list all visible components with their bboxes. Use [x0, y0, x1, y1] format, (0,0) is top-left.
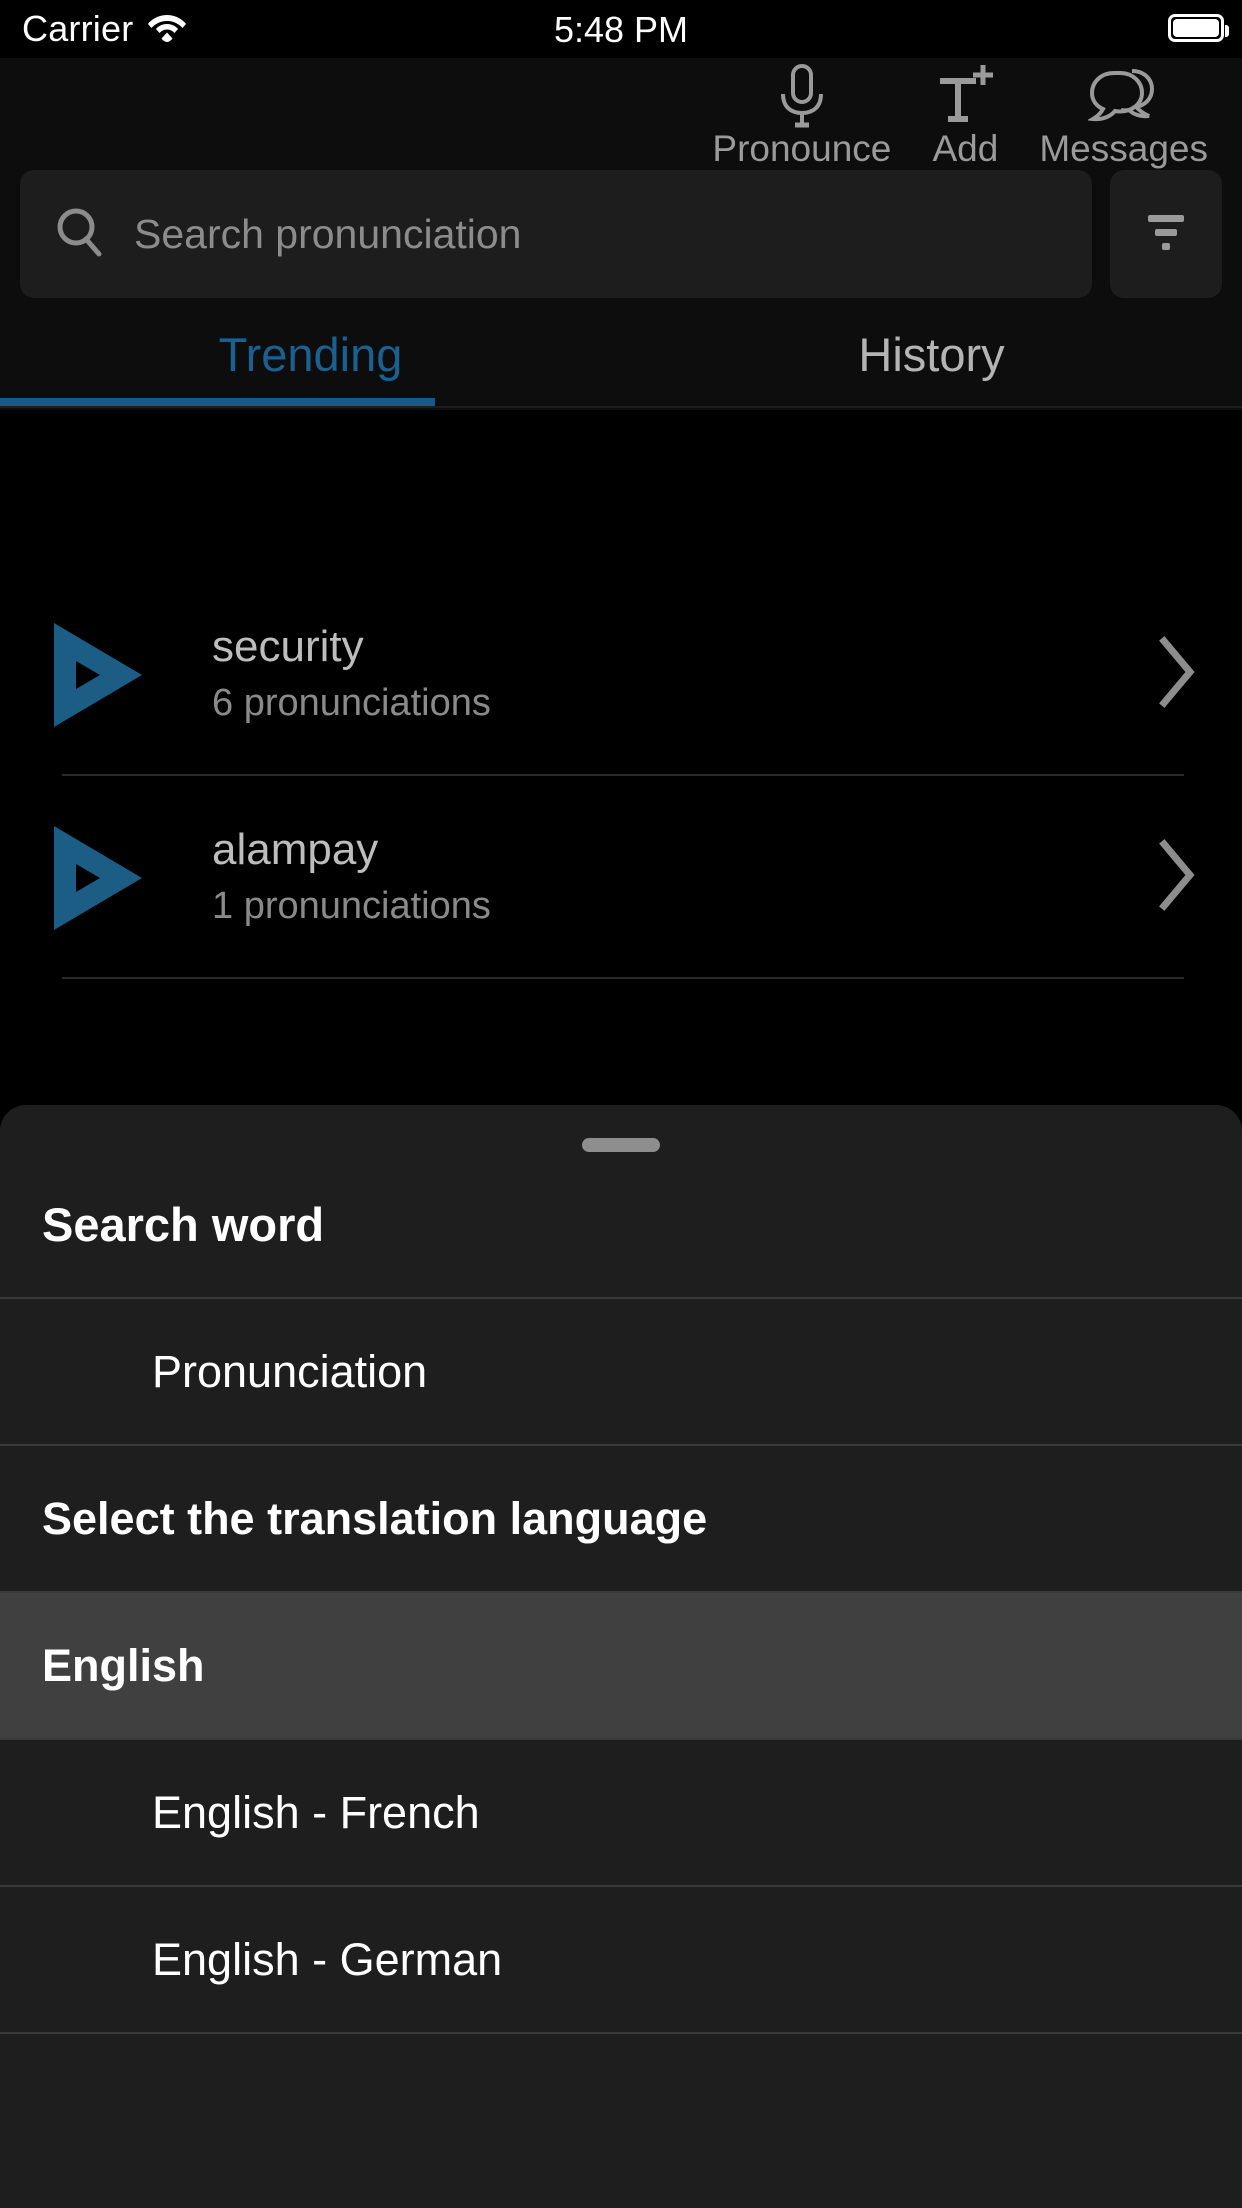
add-text-icon	[934, 65, 996, 126]
search-placeholder: Search pronunciation	[134, 210, 522, 257]
chevron-right-icon[interactable]	[1152, 836, 1200, 919]
add-label: Add	[932, 128, 999, 169]
tab-bar: Trending History	[0, 298, 1242, 410]
play-triangle-icon[interactable]	[48, 822, 166, 934]
filter-icon	[1141, 210, 1191, 259]
filter-button[interactable]	[1110, 170, 1222, 298]
sheet-item-english-german[interactable]: English - German	[0, 1887, 1242, 2032]
row-text-group: alampay 1 pronunciations	[166, 824, 1152, 931]
status-bar: Carrier 5:48 PM	[0, 0, 1242, 58]
pronounce-label: Pronounce	[712, 128, 892, 169]
sheet-item-english-french[interactable]: English - French	[0, 1740, 1242, 1885]
top-toolbar: Pronounce Add Messages	[0, 58, 1242, 170]
sheet-item-label: Pronunciation	[152, 1345, 428, 1397]
row-word: security	[212, 622, 364, 672]
play-triangle-icon[interactable]	[48, 619, 166, 731]
table-row[interactable]: security 6 pronunciations	[0, 573, 1242, 776]
table-row[interactable]: alampay 1 pronunciations	[0, 776, 1242, 979]
sheet-item-label: English - French	[152, 1786, 480, 1838]
pronounce-button[interactable]: Pronounce	[698, 58, 905, 170]
status-bar-right	[1168, 14, 1229, 42]
messages-button[interactable]: Messages	[1025, 58, 1222, 170]
sheet-item-select-language[interactable]: Select the translation language	[0, 1446, 1242, 1591]
row-separator	[62, 977, 1184, 979]
microphone-icon	[774, 64, 830, 128]
status-bar-time: 5:48 PM	[553, 9, 689, 50]
row-word: alampay	[212, 825, 379, 875]
row-count: 6 pronunciations	[212, 682, 491, 725]
tab-history[interactable]: History	[621, 298, 1242, 410]
sheet-item-english[interactable]: English	[0, 1593, 1242, 1738]
tab-divider	[0, 406, 1242, 408]
sheet-item-label: English - German	[152, 1933, 503, 1985]
divider	[0, 2032, 1242, 2034]
add-button[interactable]: Add	[905, 58, 1025, 170]
sheet-title: Search word	[0, 1152, 1242, 1297]
search-icon	[54, 206, 104, 263]
sheet-title-label: Search word	[42, 1198, 325, 1251]
tab-active-indicator	[0, 398, 435, 406]
bottom-sheet: Search word Pronunciation Select the tra…	[0, 1105, 1242, 2208]
tab-trending-label: Trending	[218, 327, 403, 381]
sheet-item-label: Select the translation language	[42, 1492, 708, 1544]
sheet-item-label: English	[42, 1639, 205, 1691]
speech-bubbles-icon	[1087, 66, 1160, 126]
chevron-right-icon[interactable]	[1152, 633, 1200, 716]
row-text-group: security 6 pronunciations	[166, 621, 1152, 728]
search-row: Search pronunciation	[0, 170, 1242, 298]
search-input[interactable]: Search pronunciation	[20, 170, 1092, 298]
messages-label: Messages	[1039, 128, 1208, 169]
drag-handle[interactable]	[582, 1138, 660, 1152]
app-root: Carrier 5:48 PM Pronounce Add Messages S…	[0, 0, 1242, 2208]
tab-trending[interactable]: Trending	[0, 298, 621, 410]
battery-full-icon	[1168, 14, 1229, 42]
trending-list: security 6 pronunciations alampay 1 pron…	[0, 410, 1242, 979]
row-count: 1 pronunciations	[212, 885, 491, 928]
tab-history-label: History	[858, 327, 1005, 381]
sheet-item-pronunciation[interactable]: Pronunciation	[0, 1299, 1242, 1444]
